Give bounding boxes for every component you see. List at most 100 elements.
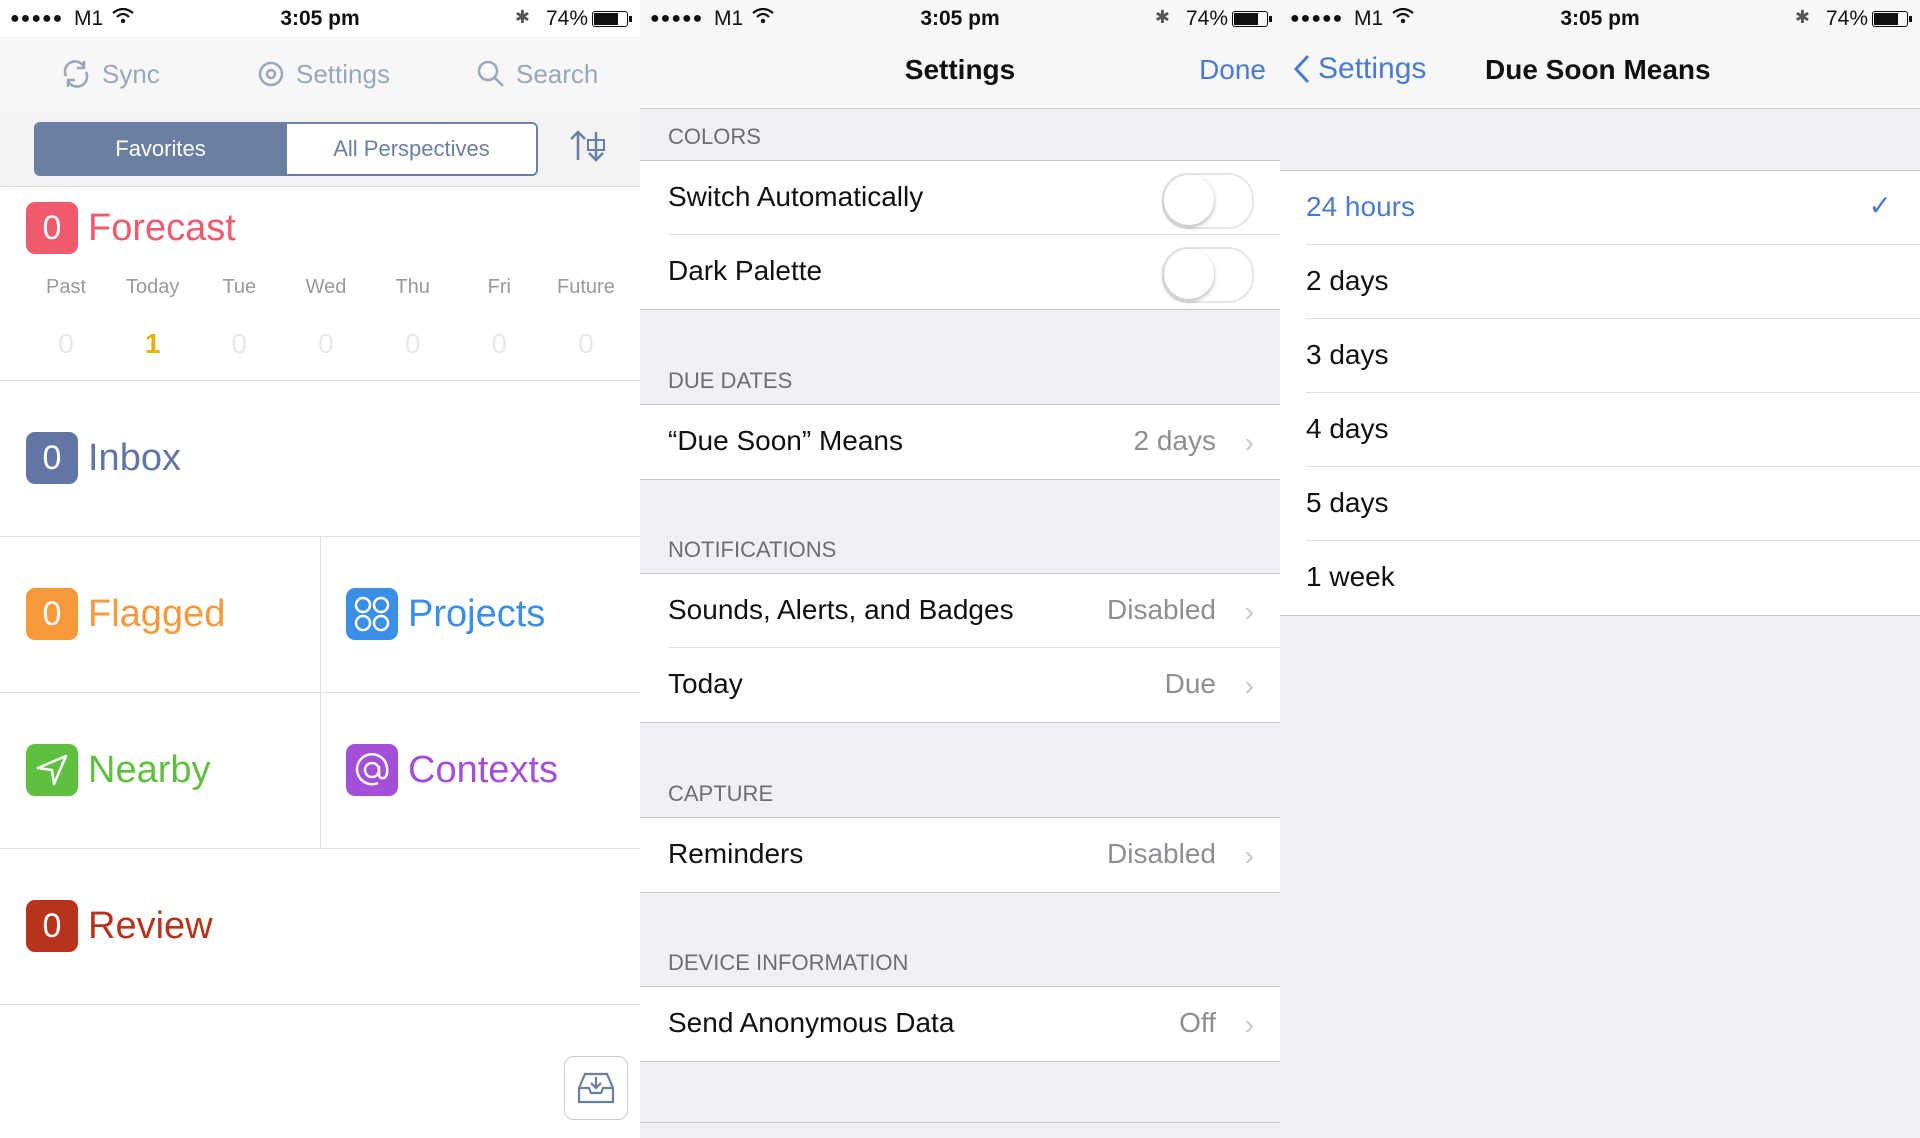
review-title-row: 0 Review: [26, 900, 213, 952]
battery-icon: [592, 11, 632, 27]
due-soon-label: “Due Soon” Means: [668, 425, 904, 456]
chevron-right-icon: ›: [1244, 670, 1254, 701]
page-title: Settings: [904, 54, 1016, 85]
status-bar: ●●●●● M1 3:05 pm ✱ 74%: [1280, 0, 1920, 36]
due-soon-value: 2 days: [1133, 425, 1217, 456]
option-label: 5 days: [1306, 487, 1389, 518]
divider: [640, 892, 1280, 893]
chevron-left-icon: [1293, 54, 1310, 84]
battery-percent: 74%: [1825, 7, 1868, 30]
forecast-day-label[interactable]: Past: [26, 276, 106, 299]
forecast-day-count: 0: [231, 328, 248, 359]
today-row[interactable]: Today Due ›: [640, 648, 1280, 722]
switch-automatically-row: Switch Automatically: [640, 161, 1280, 235]
inbox-tile[interactable]: 0 Inbox: [0, 380, 640, 537]
inbox-tray-icon: [577, 1072, 615, 1104]
divider: [640, 479, 1280, 480]
divider: [640, 309, 1280, 310]
forecast-day-label[interactable]: Future: [546, 276, 626, 299]
settings-nav-bar: Settings Done: [640, 36, 1280, 109]
flagged-title-row: 0 Flagged: [26, 588, 225, 640]
nearby-tile[interactable]: Nearby: [0, 692, 321, 849]
forecast-day-label[interactable]: Tue: [199, 276, 279, 299]
today-value: Due: [1164, 668, 1216, 699]
bluetooth-icon: ✱: [1794, 7, 1810, 27]
chevron-right-icon: ›: [1244, 596, 1254, 627]
due-soon-row[interactable]: “Due Soon” Means 2 days ›: [640, 405, 1280, 479]
divider: [640, 1061, 1280, 1062]
battery-icon: [1232, 11, 1272, 27]
gear-icon: [258, 61, 284, 87]
bluetooth-icon: ✱: [1154, 7, 1170, 27]
perspective-segment-bar: Favorites All Perspectives: [0, 112, 640, 187]
sync-label: Sync: [102, 58, 160, 89]
forecast-day-count: 1: [144, 328, 161, 359]
forecast-section[interactable]: 0 Forecast Past Today Tue Wed Thu Fri Fu…: [0, 186, 640, 381]
switch-automatically-toggle[interactable]: [1162, 173, 1254, 229]
reorder-icon[interactable]: [566, 126, 610, 166]
clock: 3:05 pm: [920, 7, 1000, 30]
inbox-title-row: 0 Inbox: [26, 432, 181, 484]
settings-button[interactable]: Settings: [256, 56, 390, 92]
divider: [1280, 615, 1920, 616]
chevron-right-icon: ›: [1244, 427, 1254, 458]
option-row-5-days[interactable]: 5 days: [1280, 467, 1920, 541]
omnifocus-home-panel: ●●●●● M1 3:05 pm ✱ 74% Sync Settings Sea…: [0, 0, 640, 1138]
at-sign-icon: [346, 744, 398, 796]
anonymous-data-row[interactable]: Send Anonymous Data Off ›: [640, 987, 1280, 1061]
option-row-3-days[interactable]: 3 days: [1280, 319, 1920, 393]
done-button[interactable]: Done: [1199, 54, 1266, 86]
section-header-due-dates: DUE DATES: [668, 368, 793, 393]
projects-title-row: Projects: [346, 588, 545, 640]
search-label: Search: [516, 58, 599, 89]
back-button[interactable]: Settings: [1292, 52, 1426, 86]
review-title: Review: [88, 904, 213, 947]
due-soon-panel: ●●●●● M1 3:05 pm ✱ 74% Settings Due Soon…: [1280, 0, 1920, 1138]
forecast-day-label[interactable]: Today: [113, 276, 193, 299]
option-row-2-days[interactable]: 2 days: [1280, 245, 1920, 319]
all-perspectives-segment[interactable]: All Perspectives: [285, 124, 536, 174]
perspective-segmented-control: Favorites All Perspectives: [34, 122, 538, 176]
flagged-tile[interactable]: 0 Flagged: [0, 536, 321, 693]
search-icon: [477, 60, 504, 87]
contexts-tile[interactable]: Contexts: [320, 692, 640, 849]
bluetooth-icon: ✱: [514, 7, 530, 27]
section-header-notifications: NOTIFICATIONS: [668, 537, 837, 562]
sounds-alerts-row[interactable]: Sounds, Alerts, and Badges Disabled ›: [640, 574, 1280, 648]
battery-icon: [1872, 11, 1912, 27]
chevron-right-icon: ›: [1244, 840, 1254, 871]
dark-palette-row: Dark Palette: [640, 235, 1280, 309]
option-row-1-week[interactable]: 1 week: [1280, 541, 1920, 615]
reminders-row[interactable]: Reminders Disabled ›: [640, 818, 1280, 892]
projects-tile[interactable]: Projects: [320, 536, 640, 693]
option-label: 1 week: [1306, 561, 1395, 592]
clock: 3:05 pm: [280, 7, 360, 30]
forecast-title: Forecast: [88, 206, 236, 249]
forecast-day-label[interactable]: Thu: [373, 276, 453, 299]
location-arrow-icon: [26, 744, 78, 796]
forecast-day-label[interactable]: Wed: [286, 276, 366, 299]
option-row-24-hours[interactable]: 24 hours ✓: [1280, 171, 1920, 245]
chevron-right-icon: ›: [1244, 1009, 1254, 1040]
sync-button[interactable]: Sync: [60, 56, 160, 92]
status-bar: ●●●●● M1 3:05 pm ✱ 74%: [640, 0, 1280, 36]
review-tile[interactable]: 0 Review: [0, 848, 640, 1005]
option-row-4-days[interactable]: 4 days: [1280, 393, 1920, 467]
main-toolbar: Sync Settings Search: [0, 36, 640, 113]
forecast-day-count: 0: [404, 328, 421, 359]
option-label: 4 days: [1306, 413, 1389, 444]
divider: [640, 722, 1280, 723]
quick-entry-button[interactable]: [564, 1056, 628, 1120]
search-button[interactable]: Search: [476, 56, 598, 92]
favorites-segment[interactable]: Favorites: [36, 124, 285, 174]
section-header-capture: CAPTURE: [668, 781, 774, 806]
forecast-days: Past Today Tue Wed Thu Fri Future: [26, 276, 626, 299]
dark-palette-toggle[interactable]: [1162, 247, 1254, 303]
settings-panel: ●●●●● M1 3:05 pm ✱ 74% Settings Done COL…: [640, 0, 1280, 1138]
inbox-count-badge: 0: [26, 432, 78, 484]
contexts-title: Contexts: [408, 748, 558, 791]
nearby-title-row: Nearby: [26, 744, 211, 796]
forecast-title-row: 0 Forecast: [26, 202, 236, 254]
forecast-counts: 0 1 0 0 0 0 0: [26, 328, 626, 360]
forecast-day-label[interactable]: Fri: [459, 276, 539, 299]
